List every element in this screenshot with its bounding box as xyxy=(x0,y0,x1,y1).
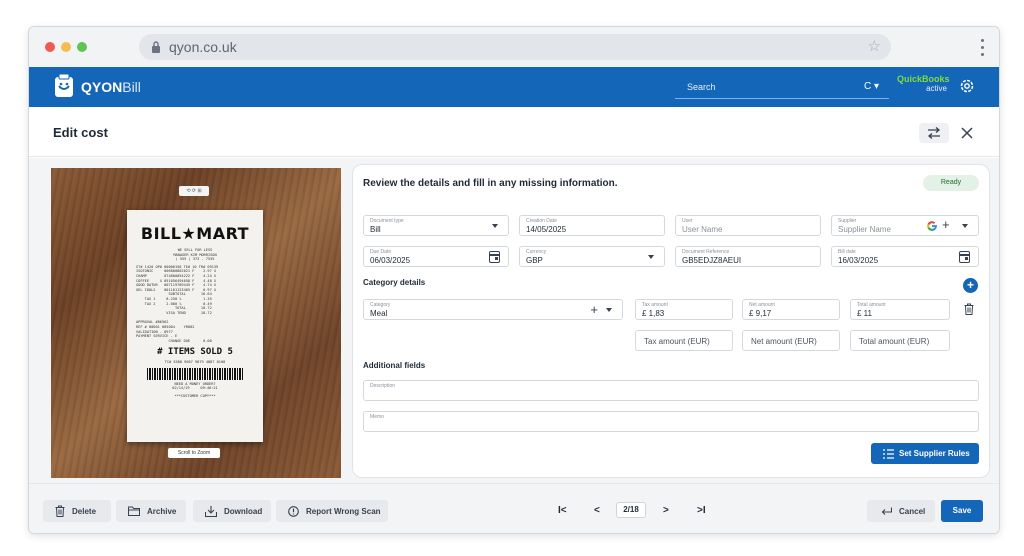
chevron-down-icon xyxy=(492,224,498,228)
close-window-dot[interactable] xyxy=(45,42,55,52)
maximize-window-dot[interactable] xyxy=(77,42,87,52)
folder-icon xyxy=(128,506,140,516)
status-badge: Ready xyxy=(923,175,979,191)
receipt-toolbar[interactable]: ⟲ ⟳ ⊞ xyxy=(179,186,209,196)
list-rules-icon xyxy=(883,448,894,459)
receipt-copy: ***CUSTOMER COPY*** xyxy=(174,394,216,399)
total-amount-eur-field[interactable]: Total amount (EUR) xyxy=(850,330,950,351)
chevron-down-icon xyxy=(606,308,612,312)
minimize-window-dot[interactable] xyxy=(61,42,71,52)
receipt-tc: TC# 5588 9667 9879 4887 0108 xyxy=(164,360,226,365)
app-header: QYONBill Search C ▾ QuickBooks active xyxy=(29,67,999,107)
app-logo-text: QYONBill xyxy=(81,79,141,95)
user-field[interactable]: User User Name xyxy=(675,215,821,236)
cost-form: Review the details and fill in any missi… xyxy=(352,164,990,478)
trash-icon[interactable] xyxy=(964,303,974,315)
close-button[interactable] xyxy=(957,123,977,143)
address-bar[interactable]: qyon.co.uk ☆ xyxy=(139,34,891,60)
undo-arrow-icon xyxy=(881,507,892,515)
url-text: qyon.co.uk xyxy=(169,39,237,55)
page-title: Edit cost xyxy=(53,125,108,140)
info-icon xyxy=(288,505,299,517)
archive-button[interactable]: Archive xyxy=(116,500,186,522)
swap-layout-button[interactable] xyxy=(919,123,949,143)
next-page-button[interactable]: > xyxy=(663,505,669,516)
receipt-viewer[interactable]: ⟲ ⟳ ⊞ BILL★MART WE SELL FOR LESS MANAGER… xyxy=(51,168,341,478)
description-field[interactable]: Description xyxy=(363,380,979,401)
tax-amount-field[interactable]: Tax amount £ 1,83 xyxy=(635,299,733,320)
browser-menu-icon[interactable] xyxy=(981,39,985,57)
search-input[interactable]: Search C ▾ xyxy=(675,75,889,99)
browser-chrome: qyon.co.uk ☆ xyxy=(29,27,999,67)
swap-arrows-icon xyxy=(927,127,941,139)
tax-amount-eur-field[interactable]: Tax amount (EUR) xyxy=(635,330,733,351)
form-intro: Review the details and fill in any missi… xyxy=(363,178,618,189)
add-category-icon[interactable]: + xyxy=(963,278,978,293)
chevron-down-icon xyxy=(648,255,654,259)
category-select[interactable]: Category Meal + xyxy=(363,299,623,320)
supplier-field[interactable]: Supplier Supplier Name + xyxy=(831,215,979,236)
save-button[interactable]: Save xyxy=(941,500,983,522)
google-icon[interactable] xyxy=(926,220,938,232)
receipt-barcode xyxy=(147,367,243,380)
chevron-down-icon[interactable] xyxy=(962,224,968,228)
creation-date-field[interactable]: Creation Date 14/05/2025 xyxy=(519,215,665,236)
footer-toolbar: Delete Archive Download Report Wrong Sca… xyxy=(29,483,999,533)
gear-icon[interactable] xyxy=(959,78,975,94)
document-reference-field[interactable]: Document Reference GB5EDJZ8AEUI xyxy=(675,246,821,267)
previous-page-button[interactable]: < xyxy=(594,505,600,516)
scroll-to-zoom-hint: Scroll to Zoom xyxy=(168,448,220,458)
total-amount-field[interactable]: Total amount £ 11 xyxy=(850,299,950,320)
quickbooks-title: QuickBooks xyxy=(897,74,950,84)
receipt-image: BILL★MART WE SELL FOR LESS MANAGER KIM M… xyxy=(127,210,263,442)
search-placeholder: Search xyxy=(687,82,716,92)
trash-icon xyxy=(55,505,65,517)
currency-select[interactable]: Currency GBP xyxy=(519,246,665,267)
due-date-field[interactable]: Due Date 06/03/2025 xyxy=(363,246,509,267)
document-type-select[interactable]: Document type Bill xyxy=(363,215,509,236)
search-options-dropdown[interactable]: C ▾ xyxy=(864,81,879,92)
report-wrong-scan-button[interactable]: Report Wrong Scan xyxy=(276,500,388,522)
last-page-button[interactable]: >I xyxy=(697,505,706,516)
receipt-items-sold: # ITEMS SOLD 5 xyxy=(157,347,233,358)
delete-button[interactable]: Delete xyxy=(43,500,111,522)
bill-date-field[interactable]: Bill date 16/03/2025 xyxy=(831,246,979,267)
page-title-bar: Edit cost xyxy=(29,107,999,157)
download-button[interactable]: Download xyxy=(193,500,271,522)
receipt-approval: APPROVAL #86562 REF # 00001 005004 YR002… xyxy=(136,320,212,343)
calendar-icon[interactable] xyxy=(959,251,970,263)
net-amount-eur-field[interactable]: Net amount (EUR) xyxy=(742,330,840,351)
set-supplier-rules-button[interactable]: Set Supplier Rules xyxy=(871,443,979,464)
page-indicator: 2/18 xyxy=(616,502,646,518)
content-area: ⟲ ⟳ ⊞ BILL★MART WE SELL FOR LESS MANAGER… xyxy=(29,158,999,483)
lock-icon xyxy=(152,41,160,53)
browser-window: qyon.co.uk ☆ QYONBill Search C ▾ QuickBo… xyxy=(28,26,1000,534)
add-supplier-icon[interactable]: + xyxy=(942,217,950,232)
additional-fields-title: Additional fields xyxy=(363,361,426,370)
close-icon xyxy=(961,127,973,139)
download-icon xyxy=(205,505,217,517)
receipt-brand: BILL★MART xyxy=(140,224,250,243)
memo-field[interactable]: Memo xyxy=(363,411,979,432)
receipt-tagline: WE SELL FOR LESS MANAGER KIM MORRISON ( … xyxy=(173,248,217,262)
receipt-lines: ST# 1420 OP# 00000158 TE# 10 TR# 09139 I… xyxy=(136,264,219,315)
bookmark-star-icon[interactable]: ☆ xyxy=(868,37,881,55)
receipt-bottom: NEED A MONEY ORDER? 02/14/19 09:46:21 xyxy=(172,381,218,391)
cancel-button[interactable]: Cancel xyxy=(867,500,935,522)
first-page-button[interactable]: I< xyxy=(558,505,567,516)
calendar-icon[interactable] xyxy=(489,251,500,263)
add-category-option-icon[interactable]: + xyxy=(590,302,598,317)
quickbooks-active: active xyxy=(926,84,947,93)
quickbooks-status: QuickBooks active xyxy=(897,74,950,93)
net-amount-field[interactable]: Net amount £ 9,17 xyxy=(742,299,840,320)
qyon-logo-icon xyxy=(55,74,73,97)
category-section-title: Category details xyxy=(363,278,426,287)
